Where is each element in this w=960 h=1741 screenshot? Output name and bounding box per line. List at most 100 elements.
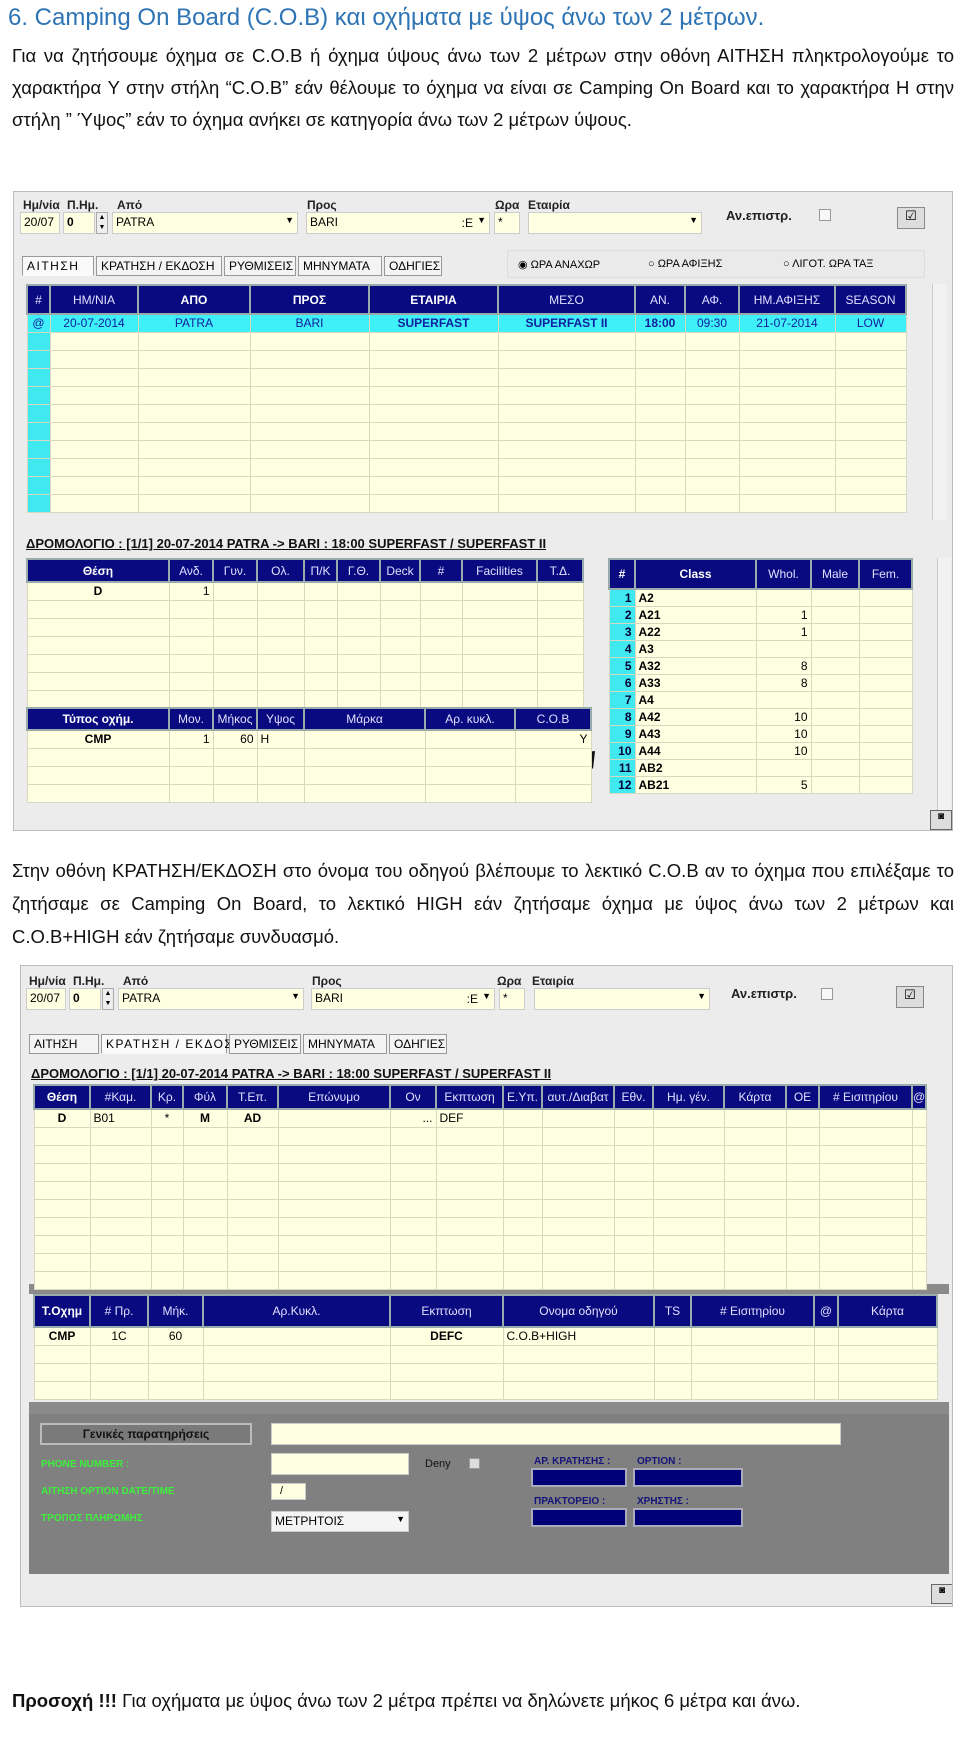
- table-cell[interactable]: BARI: [249, 313, 370, 333]
- table-cell[interactable]: [858, 588, 913, 607]
- column-header[interactable]: Ημ. γέν.: [652, 1084, 725, 1110]
- table-cell[interactable]: [858, 775, 913, 794]
- column-header[interactable]: Εκπτωση: [389, 1294, 504, 1328]
- table-cell[interactable]: SUPERFAST II: [497, 313, 636, 333]
- column-header[interactable]: Εθν.: [613, 1084, 654, 1110]
- table-cell[interactable]: D: [26, 581, 170, 601]
- column-header[interactable]: Μήκ.: [147, 1294, 204, 1328]
- pday-stepper[interactable]: ▲ ▼: [102, 988, 114, 1010]
- column-header[interactable]: Deck: [379, 558, 421, 583]
- table-cell[interactable]: [858, 741, 913, 760]
- table-cell[interactable]: [652, 1108, 725, 1128]
- table-cell[interactable]: [379, 581, 421, 601]
- table-row[interactable]: 10 A44 10: [608, 741, 913, 760]
- column-header[interactable]: Θέση: [26, 558, 170, 583]
- table-cell[interactable]: 18:00: [634, 313, 686, 333]
- table-cell[interactable]: Y: [514, 729, 592, 749]
- traffic-light-icon[interactable]: ◙: [931, 1584, 952, 1604]
- table-row[interactable]: D B01 * M AD... DEF: [33, 1108, 927, 1128]
- from-select[interactable]: PATRA ▼: [118, 988, 304, 1010]
- table-cell[interactable]: 3: [608, 622, 636, 641]
- table-cell[interactable]: 2: [608, 605, 636, 624]
- table-cell[interactable]: [813, 1326, 839, 1346]
- traffic-light-icon[interactable]: ◙: [930, 810, 952, 830]
- table-cell[interactable]: A2: [634, 588, 757, 607]
- table-cell[interactable]: [212, 581, 258, 601]
- table-cell[interactable]: [810, 588, 860, 607]
- table-cell[interactable]: [690, 1326, 815, 1346]
- pday-field[interactable]: 0: [69, 988, 101, 1010]
- table-cell[interactable]: 21-07-2014: [738, 313, 836, 333]
- column-header[interactable]: Τ.Επ.: [226, 1084, 279, 1110]
- table-cell[interactable]: B01: [89, 1108, 152, 1128]
- edit-schedule-button[interactable]: ☑: [896, 986, 924, 1008]
- table-cell[interactable]: H: [256, 729, 305, 749]
- column-header[interactable]: #: [608, 558, 636, 590]
- trips-scrollbar[interactable]: [932, 284, 946, 520]
- option-date-field[interactable]: /: [271, 1483, 306, 1500]
- column-header[interactable]: Μήκος: [212, 707, 258, 731]
- column-header[interactable]: Class: [634, 558, 757, 590]
- column-header[interactable]: Τ.Δ.: [536, 558, 584, 583]
- column-header[interactable]: Γ.Θ.: [336, 558, 381, 583]
- table-cell[interactable]: [858, 622, 913, 641]
- company-select[interactable]: ▼: [528, 212, 702, 234]
- column-header[interactable]: Whol.: [755, 558, 812, 590]
- to-select[interactable]: BARI:E ▼: [311, 988, 495, 1010]
- table-cell[interactable]: 10: [755, 707, 812, 726]
- pday-field[interactable]: 0: [63, 212, 95, 234]
- table-row[interactable]: 7 A4: [608, 690, 913, 709]
- table-cell[interactable]: AB21: [634, 775, 757, 794]
- table-cell[interactable]: [202, 1326, 391, 1346]
- deny-checkbox[interactable]: [469, 1458, 480, 1469]
- column-header[interactable]: C.O.B: [514, 707, 592, 731]
- column-header[interactable]: Π/Κ: [303, 558, 338, 583]
- table-cell[interactable]: 10: [608, 741, 636, 760]
- table-cell[interactable]: [858, 656, 913, 675]
- table-row[interactable]: 6 A33 8: [608, 673, 913, 692]
- column-header[interactable]: @: [813, 1294, 839, 1328]
- remarks-field[interactable]: [271, 1423, 841, 1445]
- tab-4[interactable]: ΜΗΝΥΜΑΤΑ: [303, 1034, 387, 1054]
- table-row[interactable]: 1 A2: [608, 588, 913, 607]
- column-header[interactable]: # Εισιτηρίου: [818, 1084, 913, 1110]
- table-row[interactable]: 8 A42 10: [608, 707, 913, 726]
- table-row[interactable]: CMP 1 60 H Y: [26, 729, 592, 749]
- table-cell[interactable]: 1C: [89, 1326, 149, 1346]
- table-cell[interactable]: M: [182, 1108, 228, 1128]
- column-header[interactable]: Τύπος οχήμ.: [26, 707, 170, 731]
- table-cell[interactable]: 1: [755, 622, 812, 641]
- table-cell[interactable]: [810, 690, 860, 709]
- table-cell[interactable]: 4: [608, 639, 636, 658]
- table-cell[interactable]: [755, 639, 812, 658]
- table-cell[interactable]: [653, 1326, 692, 1346]
- phone-field[interactable]: [271, 1453, 409, 1475]
- table-cell[interactable]: 60: [147, 1326, 204, 1346]
- column-header[interactable]: Ονομα οδηγού: [502, 1294, 655, 1328]
- column-header[interactable]: Fem.: [858, 558, 913, 590]
- column-header[interactable]: Εκπτωση: [435, 1084, 504, 1110]
- table-cell[interactable]: 09:30: [684, 313, 740, 333]
- tab-4[interactable]: ΜΗΝΥΜΑΤΑ: [298, 256, 382, 276]
- table-cell[interactable]: [810, 741, 860, 760]
- table-cell[interactable]: [277, 1108, 391, 1128]
- column-header[interactable]: SEASON: [834, 284, 907, 315]
- table-cell[interactable]: A42: [634, 707, 757, 726]
- table-cell[interactable]: A21: [634, 605, 757, 624]
- table-cell[interactable]: 11: [608, 758, 636, 777]
- column-header[interactable]: Κάρτα: [723, 1084, 787, 1110]
- column-header[interactable]: #Καμ.: [89, 1084, 152, 1110]
- table-cell[interactable]: [723, 1108, 787, 1128]
- column-header[interactable]: ΗΜ.ΑΦΙΞΗΣ: [738, 284, 836, 315]
- table-cell[interactable]: SUPERFAST: [368, 313, 499, 333]
- column-header[interactable]: Ανδ.: [168, 558, 214, 583]
- table-cell[interactable]: [256, 581, 305, 601]
- date-field[interactable]: 20/07: [26, 988, 66, 1010]
- table-cell[interactable]: CMP: [33, 1326, 91, 1346]
- return-checkbox[interactable]: [819, 209, 831, 221]
- table-cell[interactable]: 12: [608, 775, 636, 794]
- radio-shortest[interactable]: ○ ΛΙΓΟΤ. ΩΡΑ ΤΑΞ: [783, 258, 873, 270]
- table-cell[interactable]: [541, 1108, 615, 1128]
- table-cell[interactable]: 60: [212, 729, 258, 749]
- table-cell[interactable]: A43: [634, 724, 757, 743]
